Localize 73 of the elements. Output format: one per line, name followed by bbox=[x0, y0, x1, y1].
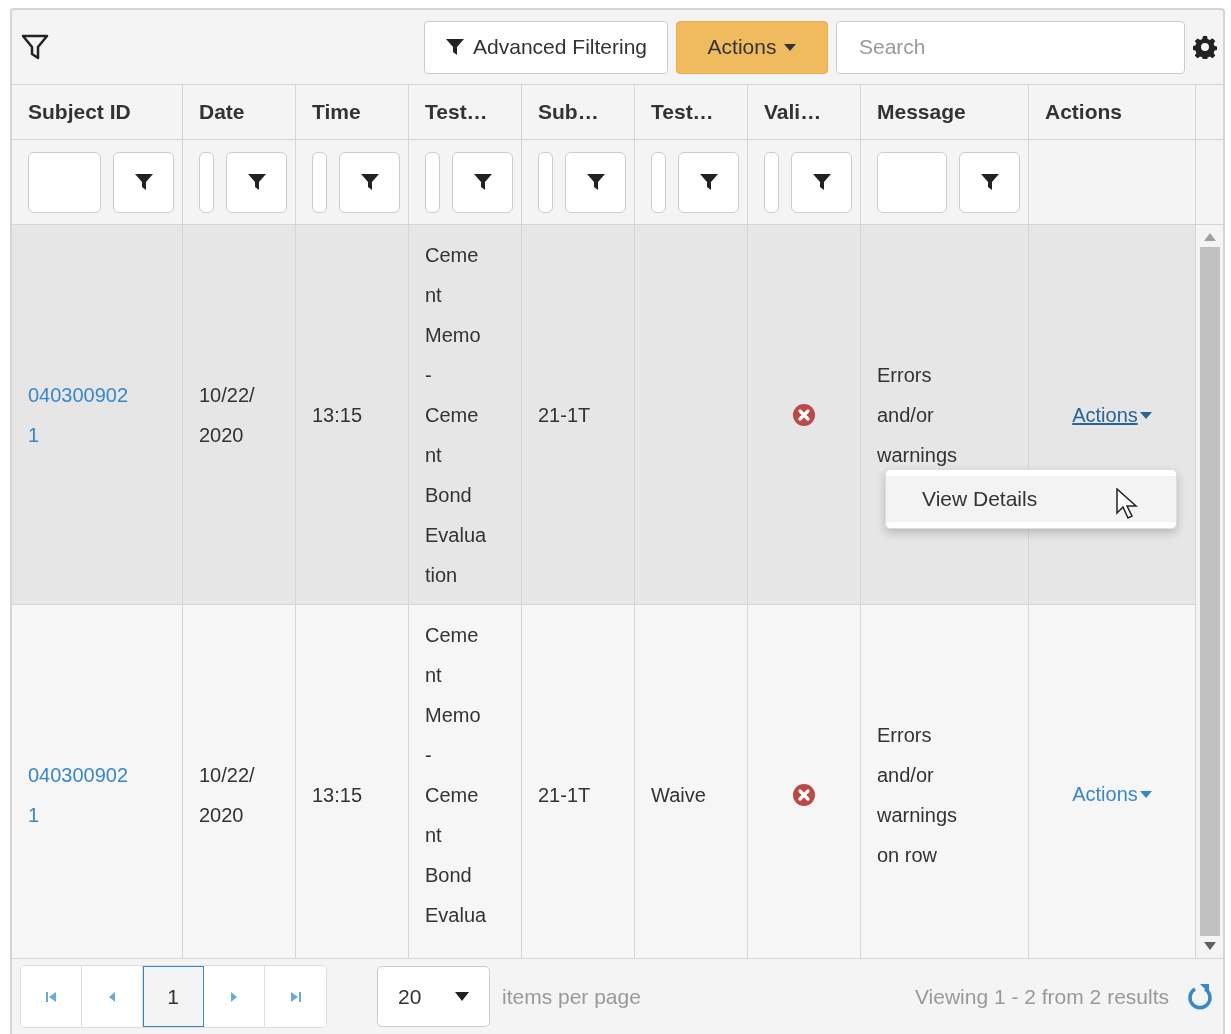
page-size-label: items per page bbox=[502, 984, 641, 1009]
results-summary: Viewing 1 - 2 from 2 results bbox=[914, 984, 1169, 1009]
cursor-icon bbox=[1116, 488, 1138, 520]
table-row[interactable]: 0403009021 10/22/2020 13:15 Cement Memo - Cement Bond Evaluation 21-1T Errors and/or warnings Actions View Details bbox=[12, 225, 1196, 605]
filter-icon bbox=[445, 37, 466, 57]
advanced-filtering-button[interactable]: Advanced Filtering bbox=[424, 20, 668, 74]
subject-id-link[interactable]: 0403009021 bbox=[28, 754, 133, 835]
table-cell-text: Waive bbox=[651, 782, 706, 808]
column-header[interactable]: Test… bbox=[635, 85, 748, 140]
filter-input[interactable] bbox=[425, 151, 440, 213]
search-field[interactable]: Search bbox=[836, 20, 1185, 74]
filter-icon bbox=[246, 172, 267, 192]
table-cell-text: 10/22/2020 bbox=[199, 383, 256, 448]
filter-icon bbox=[698, 172, 719, 192]
filter-icon bbox=[811, 172, 832, 192]
caret-icon bbox=[1139, 791, 1152, 798]
column-header[interactable]: Sub… bbox=[522, 85, 635, 140]
caret-icon bbox=[455, 992, 469, 1001]
table-cell-text: 13:15 bbox=[312, 403, 363, 428]
filter-button[interactable] bbox=[678, 151, 739, 213]
filter-icon bbox=[133, 172, 154, 192]
page-button[interactable]: 1 bbox=[143, 966, 204, 1027]
caret-icon bbox=[784, 43, 797, 51]
column-header[interactable]: Test… bbox=[409, 85, 522, 140]
caret-icon bbox=[1139, 411, 1152, 419]
filter-button[interactable] bbox=[339, 151, 400, 213]
menu-item[interactable]: View Details bbox=[886, 476, 1176, 522]
actions-button[interactable]: Actions bbox=[676, 20, 828, 74]
filter-button[interactable] bbox=[113, 151, 174, 213]
filter-button[interactable] bbox=[791, 151, 852, 213]
page-size-dropdown[interactable]: 20 bbox=[377, 966, 490, 1027]
scroll-down-icon[interactable] bbox=[1203, 942, 1216, 950]
filter-icon bbox=[585, 172, 606, 192]
filter-input[interactable] bbox=[199, 151, 214, 213]
scrollbar-thumb[interactable] bbox=[1199, 247, 1220, 936]
table-cell-text: Errors and/or warnings bbox=[877, 363, 959, 468]
filter-input[interactable] bbox=[651, 151, 666, 213]
filter-input[interactable] bbox=[877, 151, 947, 213]
actions-link[interactable]: Actions bbox=[1072, 783, 1152, 806]
column-header[interactable]: Vali… bbox=[748, 85, 861, 140]
first-page-button[interactable] bbox=[21, 966, 82, 1027]
table-cell-text: 10/22/2020 bbox=[199, 762, 256, 828]
filter-button[interactable] bbox=[565, 151, 626, 213]
last-page-icon bbox=[288, 989, 303, 1004]
table-cell-text: Cement Memo - Cement Bond Evalua bbox=[425, 623, 487, 928]
table-cell-text: Errors and/or warnings on row bbox=[877, 722, 959, 868]
filter-input[interactable] bbox=[764, 151, 779, 213]
filter-icon[interactable] bbox=[20, 32, 50, 62]
filter-button[interactable] bbox=[959, 151, 1020, 213]
table-cell-text: Cement Memo - Cement Bond Evaluation bbox=[425, 243, 487, 588]
settings-icon[interactable] bbox=[1193, 35, 1217, 59]
table-cell-text: 13:15 bbox=[312, 782, 363, 808]
filter-input[interactable] bbox=[312, 151, 327, 213]
table-cell-text: 21-1T bbox=[538, 782, 591, 808]
column-header[interactable]: Time bbox=[296, 85, 409, 140]
filter-icon bbox=[979, 172, 1000, 192]
table-cell-text: 21-1T bbox=[538, 403, 591, 428]
column-header[interactable]: Subject ID bbox=[12, 85, 183, 140]
filter-input[interactable] bbox=[538, 151, 553, 213]
filter-icon bbox=[359, 172, 380, 192]
column-header[interactable]: Date bbox=[183, 85, 296, 140]
error-icon bbox=[793, 404, 815, 426]
column-header[interactable]: Actions bbox=[1029, 85, 1196, 140]
filter-icon bbox=[472, 172, 493, 192]
filter-input[interactable] bbox=[28, 151, 101, 213]
filter-button[interactable] bbox=[226, 151, 287, 213]
error-icon bbox=[793, 783, 815, 806]
scroll-up-icon[interactable] bbox=[1203, 233, 1216, 241]
actions-link[interactable]: Actions bbox=[1072, 403, 1152, 427]
first-page-icon bbox=[44, 989, 58, 1004]
refresh-icon[interactable] bbox=[1187, 982, 1213, 1011]
filter-button[interactable] bbox=[452, 151, 513, 213]
column-header[interactable]: Message bbox=[861, 85, 1029, 140]
